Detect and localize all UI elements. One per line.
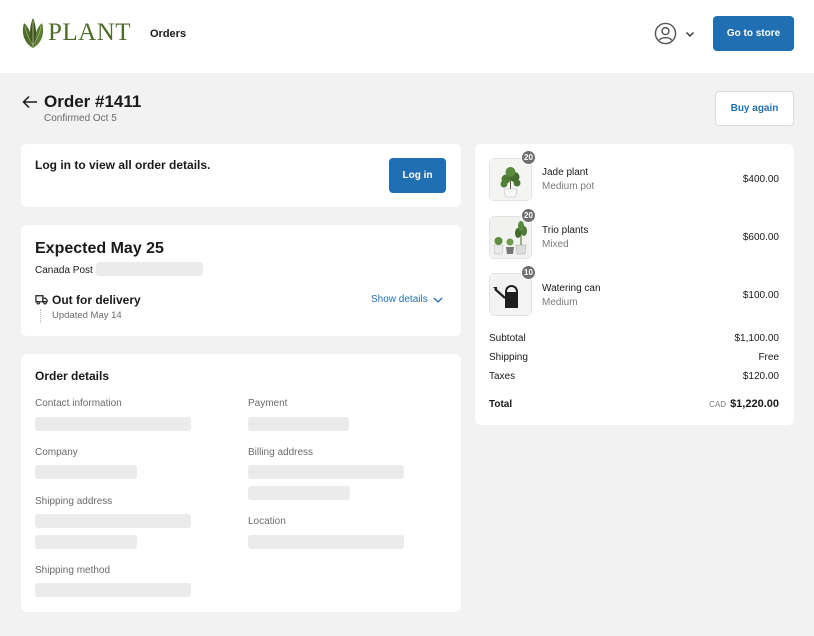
billing-address-label: Billing address [248, 447, 314, 458]
item-price: $400.00 [742, 174, 779, 185]
shipping-address-placeholder [35, 535, 137, 549]
subtotal-value: $1,100.00 [734, 333, 780, 344]
delivery-updated: Updated May 14 [52, 310, 122, 321]
trio-plants-icon [490, 217, 531, 258]
contact-info-label: Contact information [35, 398, 122, 409]
chevron-down-icon [686, 31, 694, 37]
company-label: Company [35, 447, 78, 458]
show-details-link[interactable]: Show details [371, 294, 443, 305]
back-arrow-icon[interactable] [22, 95, 38, 109]
order-details-title: Order details [35, 369, 110, 383]
login-prompt: Log in to view all order details. [35, 158, 211, 172]
order-summary-card: 20 Jade plant Medium pot $400.00 20 Trio… [475, 144, 794, 425]
order-details-card: Order details Contact information Paymen… [21, 354, 461, 612]
order-confirmed-date: Confirmed Oct 5 [44, 113, 117, 124]
expected-delivery: Expected May 25 [35, 240, 164, 257]
header: PLANT Orders Go to store [0, 0, 814, 73]
total-label: Total [489, 399, 513, 410]
nav-orders-link[interactable]: Orders [150, 28, 186, 40]
total-value: CAD $1,220.00 [709, 398, 779, 410]
item-name: Trio plants [542, 225, 589, 236]
delivery-status: Out for delivery [52, 293, 141, 307]
jade-plant-icon [490, 159, 531, 200]
tracking-placeholder [96, 262, 203, 276]
contact-info-placeholder [35, 417, 191, 431]
payment-placeholder [248, 417, 349, 431]
taxes-value: $120.00 [742, 371, 779, 382]
item-variant: Medium pot [542, 181, 595, 192]
total-amount: $1,220.00 [730, 398, 779, 410]
shipping-method-label: Shipping method [35, 565, 111, 576]
company-placeholder [35, 465, 137, 479]
item-variant: Mixed [542, 239, 569, 250]
item-variant: Medium [542, 297, 578, 308]
taxes-label: Taxes [489, 371, 516, 382]
truck-icon [35, 295, 48, 305]
delivery-card: Expected May 25 Canada Post Out for deli… [21, 225, 461, 336]
item-name: Jade plant [542, 167, 589, 178]
buy-again-button[interactable]: Buy again [715, 91, 794, 126]
location-label: Location [248, 516, 286, 527]
timeline-line [40, 309, 41, 323]
chevron-down-icon [433, 297, 443, 303]
payment-label: Payment [248, 398, 288, 409]
order-title: Order #1411 [44, 92, 142, 111]
login-button[interactable]: Log in [389, 158, 446, 193]
logo-text: PLANT [48, 19, 132, 46]
shipping-address-label: Shipping address [35, 496, 113, 507]
logo[interactable]: PLANT [20, 17, 131, 49]
quantity-badge: 20 [521, 208, 536, 223]
billing-address-placeholder [248, 465, 404, 479]
shipping-address-placeholder [35, 514, 191, 528]
location-placeholder [248, 535, 404, 549]
carrier-name: Canada Post [35, 265, 93, 276]
leaf-logo-icon [22, 18, 44, 48]
show-details-label: Show details [371, 294, 428, 305]
item-price: $100.00 [742, 290, 779, 301]
account-menu[interactable] [654, 22, 695, 45]
watering-can-icon [490, 274, 531, 315]
user-avatar-icon [654, 22, 677, 45]
item-price: $600.00 [742, 232, 779, 243]
shipping-method-placeholder [35, 583, 191, 597]
login-card: Log in to view all order details. Log in [21, 144, 461, 207]
billing-address-placeholder [248, 486, 350, 500]
shipping-value: Free [758, 352, 779, 363]
quantity-badge: 10 [521, 265, 536, 280]
go-to-store-button[interactable]: Go to store [713, 16, 794, 51]
currency-code: CAD [709, 400, 727, 409]
item-name: Watering can [542, 283, 601, 294]
shipping-label: Shipping [489, 352, 528, 363]
subtotal-label: Subtotal [489, 333, 526, 344]
quantity-badge: 20 [521, 150, 536, 165]
